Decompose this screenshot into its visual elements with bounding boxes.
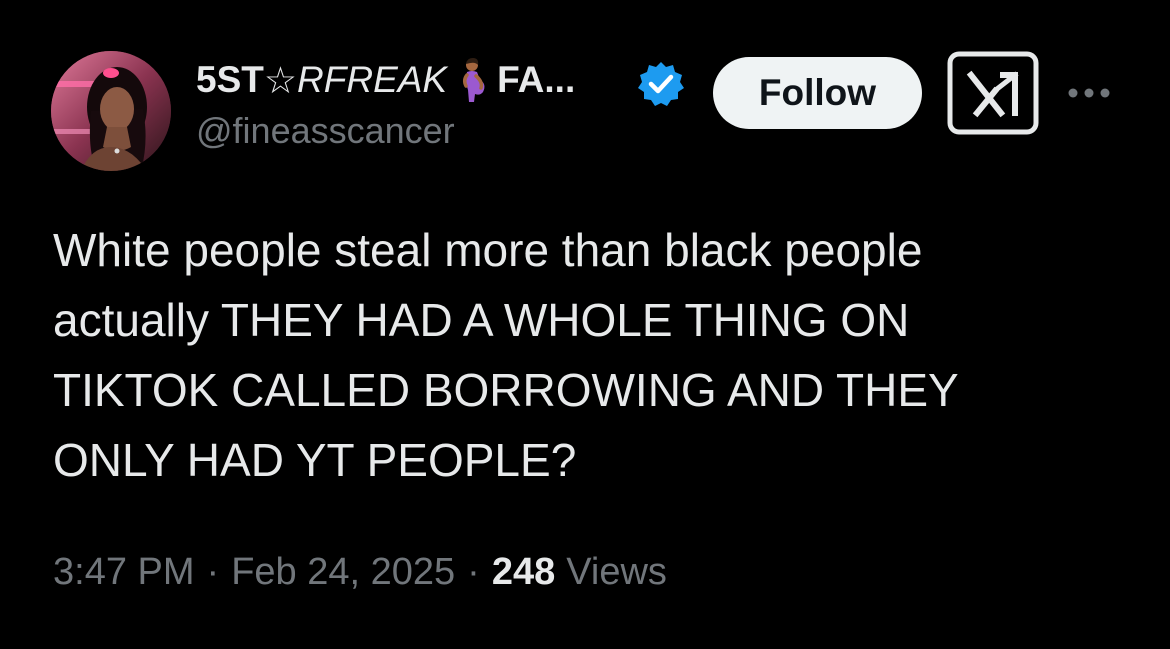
pregnant-woman-emoji-icon bbox=[453, 58, 493, 102]
tweet-meta: 3:47 PM · Feb 24, 2025 · 248 Views bbox=[53, 551, 667, 594]
display-name-italic: RFREAK bbox=[297, 59, 448, 100]
meta-separator: · bbox=[467, 551, 480, 593]
display-name-prefix: 5ST bbox=[196, 59, 264, 100]
avatar[interactable] bbox=[51, 51, 171, 171]
more-options-icon[interactable] bbox=[1064, 80, 1114, 106]
tweet-text: White people steal more than black peopl… bbox=[53, 215, 1133, 495]
tweet-text-line: actually THEY HAD A WHOLE THING ON bbox=[53, 294, 910, 346]
grok-icon[interactable] bbox=[947, 51, 1039, 135]
user-handle[interactable]: @fineasscancer bbox=[196, 110, 575, 152]
tweet-text-line: White people steal more than black peopl… bbox=[53, 224, 923, 276]
display-name-star: ☆ bbox=[263, 59, 298, 101]
tweet-time[interactable]: 3:47 PM bbox=[53, 551, 195, 594]
follow-button[interactable]: Follow bbox=[713, 57, 922, 129]
avatar-image bbox=[51, 51, 171, 171]
tweet-text-line: ONLY HAD YT PEOPLE? bbox=[53, 434, 577, 486]
display-name-suffix: FA... bbox=[497, 59, 576, 100]
views-label: Views bbox=[566, 551, 667, 593]
meta-separator: · bbox=[206, 551, 220, 593]
tweet-text-line: TIKTOK CALLED BORROWING AND THEY bbox=[53, 364, 959, 416]
display-name[interactable]: 5ST ☆ RFREAK FA... bbox=[196, 56, 575, 104]
author-info[interactable]: 5ST ☆ RFREAK FA... @fineasscancer bbox=[196, 56, 575, 152]
verified-badge-icon[interactable] bbox=[637, 60, 685, 108]
views-count[interactable]: 248 bbox=[492, 551, 555, 594]
tweet-date[interactable]: Feb 24, 2025 bbox=[231, 551, 455, 594]
